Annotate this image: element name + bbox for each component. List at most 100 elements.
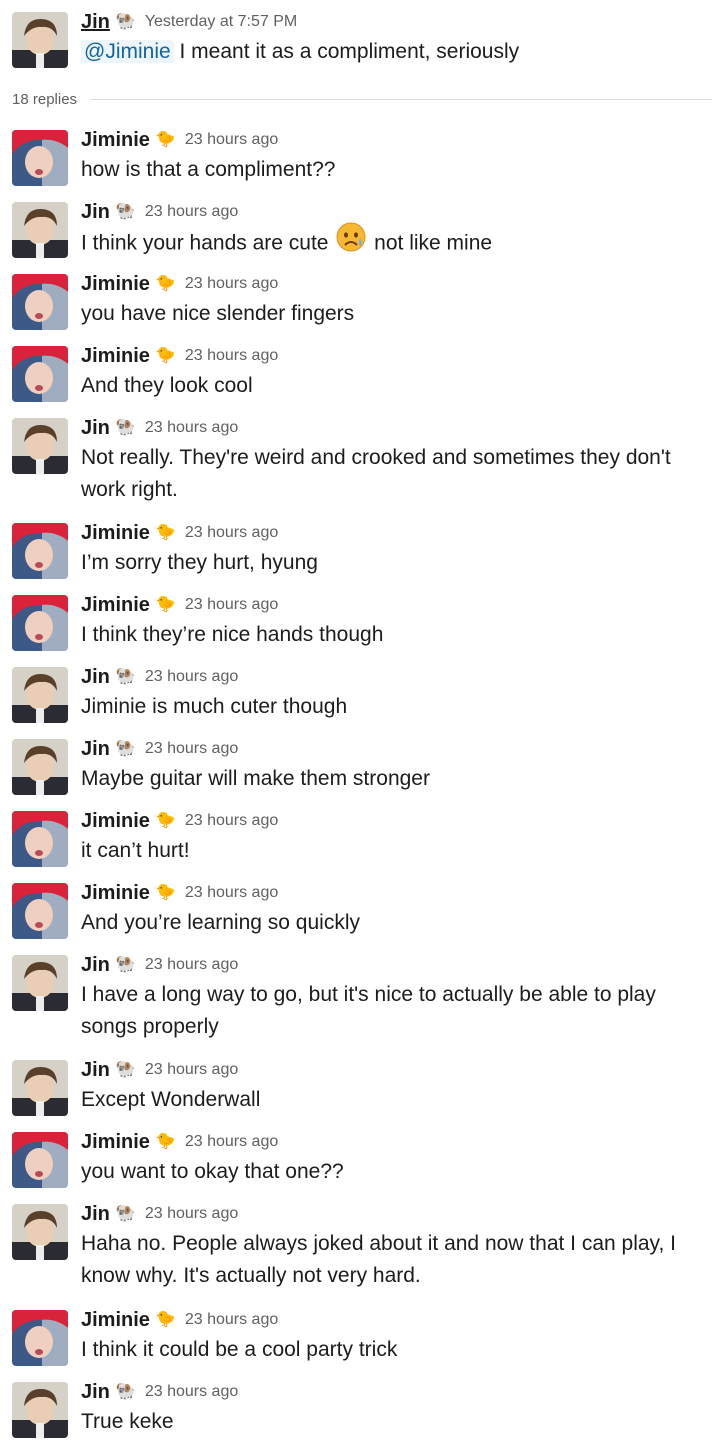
user-name[interactable]: Jiminie xyxy=(81,1309,150,1332)
reply-message: Jin 🐏 23 hours ago Not really. They're weir… xyxy=(0,414,712,506)
chick-icon: 🐤 xyxy=(155,275,176,292)
user-name[interactable]: Jin xyxy=(81,738,110,761)
timestamp[interactable]: 23 hours ago xyxy=(145,1383,238,1401)
reply-message: Jin 🐏 23 hours ago Maybe guitar will make t… xyxy=(0,735,712,795)
timestamp[interactable]: 23 hours ago xyxy=(185,275,278,293)
avatar[interactable] xyxy=(12,418,68,474)
avatar[interactable] xyxy=(12,667,68,723)
reply-message: Jiminie 🐤 23 hours ago And they look cool xyxy=(0,342,712,402)
ram-icon: 🐏 xyxy=(115,419,136,436)
reply-message: Jiminie 🐤 23 hours ago And you’re learning … xyxy=(0,879,712,939)
timestamp[interactable]: 23 hours ago xyxy=(145,203,238,221)
ram-icon: 🐏 xyxy=(115,668,136,685)
timestamp[interactable]: 23 hours ago xyxy=(185,1311,278,1329)
reply-message: Jiminie 🐤 23 hours ago I think they’re nice… xyxy=(0,591,712,651)
message-text: I think your hands are cute not like min… xyxy=(81,222,712,262)
user-name[interactable]: Jin xyxy=(81,201,110,224)
disappointed-relieved-face-icon xyxy=(336,222,366,262)
avatar[interactable] xyxy=(12,346,68,402)
avatar[interactable] xyxy=(12,1060,68,1116)
timestamp[interactable]: 23 hours ago xyxy=(185,347,278,365)
timestamp[interactable]: 23 hours ago xyxy=(185,131,278,149)
user-name[interactable]: Jin xyxy=(81,666,110,689)
reply-message: Jin 🐏 23 hours ago I think your hands are c… xyxy=(0,198,712,262)
user-name[interactable]: Jin xyxy=(81,11,110,34)
user-name[interactable]: Jiminie xyxy=(81,882,150,905)
chick-icon: 🐤 xyxy=(155,596,176,613)
user-name[interactable]: Jiminie xyxy=(81,522,150,545)
message-text: Not really. They're weird and crooked an… xyxy=(81,446,671,501)
avatar[interactable] xyxy=(12,883,68,939)
message-text: @Jiminie I meant it as a compliment, ser… xyxy=(81,36,712,68)
message-body: I meant it as a compliment, seriously xyxy=(173,40,520,63)
avatar[interactable] xyxy=(12,202,68,258)
reply-message: Jin 🐏 23 hours ago Jiminie is much cuter th… xyxy=(0,663,712,723)
avatar[interactable] xyxy=(12,1132,68,1188)
user-name[interactable]: Jin xyxy=(81,1203,110,1226)
message-text: you want to okay that one?? xyxy=(81,1160,344,1183)
ram-icon: 🐏 xyxy=(115,203,136,220)
ram-icon: 🐏 xyxy=(115,13,136,30)
chick-icon: 🐤 xyxy=(155,131,176,148)
reply-message: Jiminie 🐤 23 hours ago you have nice slende… xyxy=(0,270,712,330)
user-name[interactable]: Jiminie xyxy=(81,810,150,833)
avatar[interactable] xyxy=(12,12,68,68)
timestamp[interactable]: 23 hours ago xyxy=(185,596,278,614)
chick-icon: 🐤 xyxy=(155,524,176,541)
timestamp[interactable]: 23 hours ago xyxy=(145,956,238,974)
user-name[interactable]: Jin xyxy=(81,417,110,440)
chick-icon: 🐤 xyxy=(155,1311,176,1328)
user-name[interactable]: Jin xyxy=(81,1059,110,1082)
message-text: it can’t hurt! xyxy=(81,839,190,862)
ram-icon: 🐏 xyxy=(115,1205,136,1222)
avatar[interactable] xyxy=(12,1310,68,1366)
avatar[interactable] xyxy=(12,739,68,795)
timestamp[interactable]: 23 hours ago xyxy=(145,1061,238,1079)
replies-divider: 18 replies xyxy=(12,88,712,110)
avatar[interactable] xyxy=(12,523,68,579)
message-text: I’m sorry they hurt, hyung xyxy=(81,551,318,574)
avatar[interactable] xyxy=(12,955,68,1011)
replies-count: 18 replies xyxy=(12,90,78,108)
user-name[interactable]: Jiminie xyxy=(81,594,150,617)
timestamp[interactable]: 23 hours ago xyxy=(185,524,278,542)
reply-message: Jiminie 🐤 23 hours ago how is that a compli… xyxy=(0,126,712,186)
divider-line xyxy=(91,98,712,100)
reply-message: Jiminie 🐤 23 hours ago I’m sorry they hurt,… xyxy=(0,519,712,579)
avatar[interactable] xyxy=(12,811,68,867)
message-text: True keke xyxy=(81,1410,174,1433)
reply-message: Jiminie 🐤 23 hours ago I think it could be … xyxy=(0,1306,712,1366)
avatar[interactable] xyxy=(12,1204,68,1260)
reply-message: Jin 🐏 23 hours ago Except Wonderwall xyxy=(0,1056,712,1116)
avatar[interactable] xyxy=(12,595,68,651)
timestamp[interactable]: 23 hours ago xyxy=(145,1205,238,1223)
message-text: you have nice slender fingers xyxy=(81,302,355,325)
message-text: Maybe guitar will make them stronger xyxy=(81,767,430,790)
reply-message: Jiminie 🐤 23 hours ago it can’t hurt! xyxy=(0,807,712,867)
timestamp[interactable]: Yesterday at 7:57 PM xyxy=(145,13,297,31)
user-name[interactable]: Jiminie xyxy=(81,129,150,152)
message-text: I think they’re nice hands though xyxy=(81,623,384,646)
reply-message: Jiminie 🐤 23 hours ago you want to okay tha… xyxy=(0,1128,712,1188)
user-name[interactable]: Jiminie xyxy=(81,1131,150,1154)
chick-icon: 🐤 xyxy=(155,812,176,829)
timestamp[interactable]: 23 hours ago xyxy=(185,1133,278,1151)
timestamp[interactable]: 23 hours ago xyxy=(145,740,238,758)
avatar[interactable] xyxy=(12,1382,68,1438)
chick-icon: 🐤 xyxy=(155,347,176,364)
ram-icon: 🐏 xyxy=(115,740,136,757)
chick-icon: 🐤 xyxy=(155,1133,176,1150)
avatar[interactable] xyxy=(12,274,68,330)
message-text: And you’re learning so quickly xyxy=(81,911,360,934)
user-name[interactable]: Jin xyxy=(81,1381,110,1404)
timestamp[interactable]: 23 hours ago xyxy=(145,668,238,686)
timestamp[interactable]: 23 hours ago xyxy=(185,884,278,902)
avatar[interactable] xyxy=(12,130,68,186)
message-text: how is that a compliment?? xyxy=(81,158,336,181)
mention-link[interactable]: @Jiminie xyxy=(81,40,174,63)
user-name[interactable]: Jin xyxy=(81,954,110,977)
timestamp[interactable]: 23 hours ago xyxy=(185,812,278,830)
timestamp[interactable]: 23 hours ago xyxy=(145,419,238,437)
user-name[interactable]: Jiminie xyxy=(81,273,150,296)
user-name[interactable]: Jiminie xyxy=(81,345,150,368)
